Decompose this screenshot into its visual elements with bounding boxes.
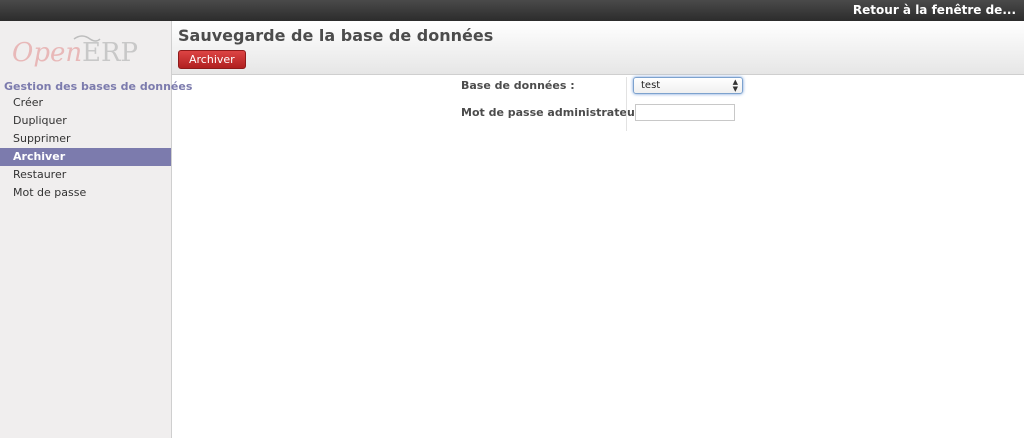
admin-password-field[interactable]: [635, 104, 735, 121]
page-header: Sauvegarde de la base de données Archive…: [172, 21, 1024, 75]
logo-text-open: Open: [12, 38, 82, 68]
openerp-logo: Open ERP: [12, 35, 138, 68]
database-select-value: test: [641, 80, 661, 91]
sidebar-item-restaurer[interactable]: Restaurer: [0, 166, 171, 184]
backup-form: Base de données : Mot de passe administr…: [172, 75, 1024, 438]
top-bar: Retour à la fenêtre de...: [0, 0, 1024, 22]
admin-password-label: Mot de passe administrateur :: [461, 106, 649, 119]
sidebar-menu: Créer Dupliquer Supprimer Archiver Resta…: [0, 94, 171, 202]
database-label: Base de données :: [461, 79, 575, 92]
select-arrows-icon: ▲ ▼: [732, 78, 738, 93]
sidebar-item-archiver[interactable]: Archiver: [0, 148, 171, 166]
page-title: Sauvegarde de la base de données: [178, 26, 494, 45]
database-select[interactable]: test ▲ ▼: [633, 77, 743, 94]
back-to-window-link[interactable]: Retour à la fenêtre de...: [853, 2, 1016, 18]
sidebar-item-dupliquer[interactable]: Dupliquer: [0, 112, 171, 130]
sidebar: Open ERP Gestion des bases de données Cr…: [0, 21, 192, 438]
logo-text-erp: ERP: [82, 38, 138, 68]
sidebar-item-mot-de-passe[interactable]: Mot de passe: [0, 184, 171, 202]
sidebar-item-creer[interactable]: Créer: [0, 94, 171, 112]
sidebar-item-supprimer[interactable]: Supprimer: [0, 130, 171, 148]
sidebar-heading: Gestion des bases de données: [4, 80, 193, 93]
form-divider: [626, 77, 627, 131]
archive-button[interactable]: Archiver: [178, 50, 246, 69]
